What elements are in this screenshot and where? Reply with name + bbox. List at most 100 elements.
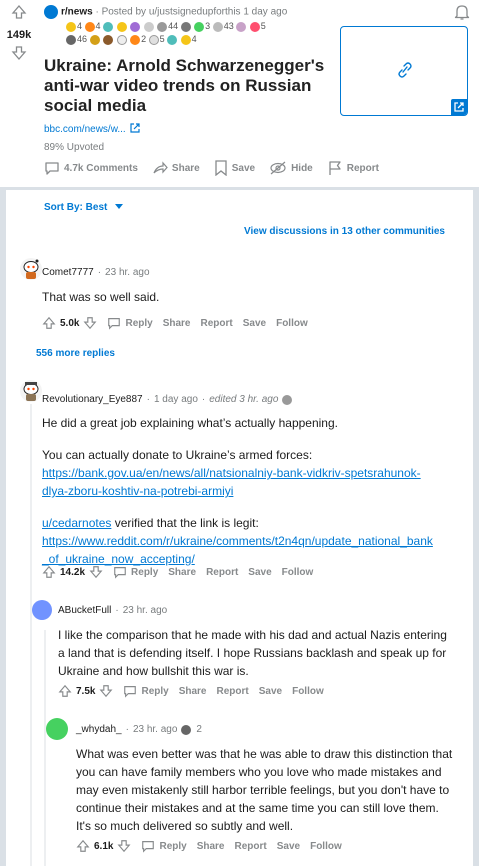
avatar[interactable] xyxy=(46,718,68,740)
follow-button[interactable]: Follow xyxy=(310,841,342,852)
downvote-icon[interactable] xyxy=(89,565,103,579)
other-discussions-link[interactable]: View discussions in 13 other communities xyxy=(244,226,445,237)
save-label: Save xyxy=(231,162,256,174)
avatar[interactable] xyxy=(20,380,42,402)
reply-label: Reply xyxy=(159,840,187,852)
post-card: 149k r/news · Posted by u/justsignedupfo… xyxy=(0,0,479,187)
avatar[interactable] xyxy=(32,600,52,620)
comment-username[interactable]: _whydah_ xyxy=(76,724,122,735)
downvote-icon[interactable] xyxy=(83,316,97,330)
award-icon xyxy=(180,21,191,32)
sort-dropdown[interactable]: Sort By: Best xyxy=(44,202,124,213)
downvote-icon[interactable] xyxy=(11,45,27,61)
flag-icon xyxy=(329,161,341,175)
report-button[interactable]: Report xyxy=(217,686,249,697)
upvote-ratio: 89% Upvoted xyxy=(44,142,105,153)
upvote-icon[interactable] xyxy=(42,565,56,579)
award-icon xyxy=(66,34,76,45)
share-button[interactable]: Share xyxy=(197,841,225,852)
report-button[interactable]: Report xyxy=(327,160,379,176)
more-replies-link[interactable]: 556 more replies xyxy=(36,348,115,359)
reddit-link[interactable]: https://www.reddit.com/r/ukraine/comment… xyxy=(42,534,433,548)
bookmark-icon xyxy=(215,160,227,176)
comment-meta: Revolutionary_Eye887 · 1 day ago · edited … xyxy=(42,394,293,405)
share-button[interactable]: Share xyxy=(152,160,200,176)
save-button[interactable]: Save xyxy=(277,841,300,852)
award-icon xyxy=(148,34,159,45)
award-icon xyxy=(143,21,154,32)
subreddit-name[interactable]: r/news xyxy=(61,7,93,18)
upvote-icon[interactable] xyxy=(76,839,90,853)
post-actions: 4.7k Comments Share Save Hide Report xyxy=(44,160,379,176)
external-link-icon[interactable] xyxy=(451,99,467,115)
share-button[interactable]: Share xyxy=(179,686,207,697)
notification-bell-icon[interactable] xyxy=(453,3,471,21)
post-link-text[interactable]: bbc.com/news/w... xyxy=(44,124,126,135)
save-button[interactable]: Save xyxy=(243,318,266,329)
award-count: 4 xyxy=(77,21,83,31)
subreddit-icon[interactable] xyxy=(44,5,58,19)
comment-line: What was even better was that he was abl… xyxy=(76,747,453,761)
link-thumbnail[interactable] xyxy=(340,26,468,116)
follow-button[interactable]: Follow xyxy=(292,686,324,697)
save-button[interactable]: Save xyxy=(259,686,282,697)
downvote-icon[interactable] xyxy=(99,684,113,698)
downvote-icon[interactable] xyxy=(117,839,131,853)
hide-button[interactable]: Hide xyxy=(269,160,313,176)
post-link[interactable]: bbc.com/news/w... xyxy=(44,123,141,135)
share-button[interactable]: Share xyxy=(168,567,196,578)
comment-icon xyxy=(45,162,59,175)
report-button[interactable]: Report xyxy=(206,567,238,578)
awards-row[interactable]: 4 4 44 3 43 5 46 2 5 4 xyxy=(66,20,341,46)
hide-label: Hide xyxy=(291,162,313,174)
post-vote-column: 149k xyxy=(0,4,38,61)
comment-paragraph: He did a great job explaining what’s act… xyxy=(42,416,338,430)
reply-button[interactable]: Reply xyxy=(107,316,153,330)
award-icon xyxy=(167,34,178,45)
donation-link[interactable]: https://bank.gov.ua/en/news/all/natsiona… xyxy=(42,466,421,480)
chevron-down-icon xyxy=(115,204,124,209)
comment-line: I like the comparison that he made with … xyxy=(58,628,447,642)
user-mention-link[interactable]: u/cedarnotes xyxy=(42,516,111,530)
comment-meta: ABucketFull · 23 hr. ago xyxy=(58,605,168,616)
comment-line: you can have family members who you love… xyxy=(76,765,442,779)
comment-body: He did a great job explaining what’s act… xyxy=(42,414,462,568)
avatar[interactable] xyxy=(20,258,42,280)
thread-line[interactable] xyxy=(44,630,46,866)
comment-username[interactable]: ABucketFull xyxy=(58,605,111,616)
reply-button[interactable]: Reply xyxy=(141,839,187,853)
comment-username[interactable]: Comet7777 xyxy=(42,267,94,278)
reply-label: Reply xyxy=(141,685,169,697)
award-icon xyxy=(181,724,192,735)
comment-time: 1 day ago xyxy=(153,394,198,405)
comment-actions: 5.0k Reply Share Report Save Follow xyxy=(42,316,308,330)
upvote-icon[interactable] xyxy=(58,684,72,698)
share-button[interactable]: Share xyxy=(163,318,191,329)
share-label: Share xyxy=(171,162,200,174)
upvote-icon[interactable] xyxy=(42,316,56,330)
report-button[interactable]: Report xyxy=(201,318,233,329)
comments-button[interactable]: 4.7k Comments xyxy=(44,160,138,176)
comment-line: may even mistakenly still harbor terribl… xyxy=(76,783,450,797)
save-button[interactable]: Save xyxy=(214,160,255,176)
report-button[interactable]: Report xyxy=(235,841,267,852)
reply-button[interactable]: Reply xyxy=(123,684,169,698)
donation-link[interactable]: dlya-zboru-koshtiv-na-potrebi-armiyi xyxy=(42,484,233,498)
upvote-icon[interactable] xyxy=(11,4,27,20)
thread-line[interactable] xyxy=(30,404,32,866)
follow-button[interactable]: Follow xyxy=(282,567,314,578)
follow-button[interactable]: Follow xyxy=(276,318,308,329)
comment-username[interactable]: Revolutionary_Eye887 xyxy=(42,394,143,405)
award-icon xyxy=(66,21,76,32)
comment-line: It's so much delivered so subtly and wel… xyxy=(76,819,294,833)
reply-button[interactable]: Reply xyxy=(113,565,158,579)
comment-meta: Comet7777 · 23 hr. ago xyxy=(42,267,150,278)
comment-line: continue their mistakes and at the same … xyxy=(76,801,439,815)
comment-body: I like the comparison that he made with … xyxy=(58,626,468,680)
reddit-link[interactable]: _of_ukraine_now_accepting/ xyxy=(42,552,195,566)
post-title[interactable]: Ukraine: Arnold Schwarzenegger's anti-wa… xyxy=(44,56,344,116)
award-count: 44 xyxy=(168,21,179,31)
comment-score: 14.2k xyxy=(60,566,86,578)
save-button[interactable]: Save xyxy=(248,567,271,578)
posted-by[interactable]: Posted by u/justsignedupforthis xyxy=(102,7,241,18)
